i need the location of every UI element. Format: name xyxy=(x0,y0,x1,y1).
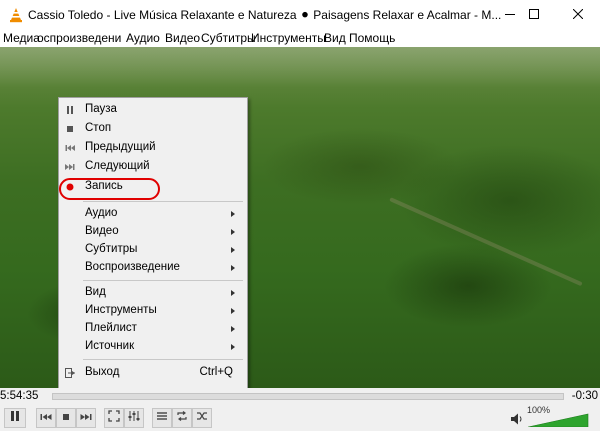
menu-item-label: Аудио xyxy=(85,207,118,219)
elapsed-time: 5:54:35 xyxy=(0,390,39,402)
video-path-detail xyxy=(389,197,583,287)
fullscreen-button[interactable] xyxy=(104,408,124,428)
fullscreen-icon xyxy=(108,409,120,427)
menu-item-source[interactable]: Источник xyxy=(59,338,247,357)
pause-icon xyxy=(65,105,75,115)
close-button[interactable] xyxy=(556,0,600,30)
next-icon xyxy=(65,162,75,172)
menu-item-label: Вид xyxy=(85,286,106,298)
menu-item-playback[interactable]: Воспроизведение xyxy=(59,259,247,278)
menu-playback[interactable]: оспроизведени xyxy=(37,31,121,45)
menu-item-label: Источник xyxy=(85,340,135,352)
menu-bar: Медиа оспроизведени Аудио Видео Субтитры… xyxy=(0,30,600,47)
menu-item-label: Выход xyxy=(85,366,120,378)
menu-help[interactable]: Помощь xyxy=(349,31,395,45)
play-pause-button[interactable] xyxy=(4,408,26,428)
stop-button[interactable] xyxy=(56,408,76,428)
pause-icon xyxy=(10,409,20,427)
menu-item-pause[interactable]: Пауза xyxy=(59,101,247,120)
menu-media[interactable]: Медиа xyxy=(3,31,40,45)
previous-icon xyxy=(40,409,52,427)
menu-item-label: Стоп xyxy=(85,122,112,134)
menu-audio[interactable]: Аудио xyxy=(126,31,160,45)
submenu-arrow-icon xyxy=(231,290,235,296)
menu-item-video[interactable]: Видео xyxy=(59,223,247,242)
menu-item-label: Следующий xyxy=(85,160,150,172)
seek-row: 5:54:35 -0:30 xyxy=(0,388,600,405)
next-icon xyxy=(80,409,92,427)
playlist-button[interactable] xyxy=(152,408,172,428)
menu-separator xyxy=(83,201,243,202)
window-title: Cassio Toledo - Live Música Relaxante e … xyxy=(28,8,502,22)
menu-item-next[interactable]: Следующий xyxy=(59,158,247,177)
maximize-button[interactable] xyxy=(512,0,556,30)
equalizer-icon xyxy=(128,409,140,427)
menu-separator xyxy=(83,280,243,281)
close-icon xyxy=(572,6,584,24)
menu-item-label: Предыдущий xyxy=(85,141,156,153)
menu-item-label: Видео xyxy=(85,225,119,237)
submenu-arrow-icon xyxy=(231,247,235,253)
context-menu: Пауза Стоп Предыдущий Следующий Запись А… xyxy=(58,97,248,389)
record-highlight xyxy=(59,178,160,200)
remaining-time[interactable]: -0:30 xyxy=(572,390,598,402)
menu-item-previous[interactable]: Предыдущий xyxy=(59,139,247,158)
maximize-icon xyxy=(529,6,539,24)
menu-item-exit[interactable]: Выход Ctrl+Q xyxy=(59,364,247,383)
menu-item-tools[interactable]: Инструменты xyxy=(59,302,247,321)
extended-settings-button[interactable] xyxy=(124,408,144,428)
submenu-arrow-icon xyxy=(231,308,235,314)
speaker-icon[interactable] xyxy=(510,412,524,431)
menu-subtitles[interactable]: Субтитры xyxy=(201,31,256,45)
exit-icon xyxy=(65,368,75,378)
submenu-arrow-icon xyxy=(231,344,235,350)
menu-tools[interactable]: Инструменты xyxy=(251,31,326,45)
previous-button[interactable] xyxy=(36,408,56,428)
stop-icon xyxy=(65,124,75,134)
menu-item-label: Воспроизведение xyxy=(85,261,180,273)
loop-button[interactable] xyxy=(172,408,192,428)
submenu-arrow-icon xyxy=(231,265,235,271)
shuffle-button[interactable] xyxy=(192,408,212,428)
menu-video[interactable]: Видео xyxy=(165,31,200,45)
submenu-arrow-icon xyxy=(231,229,235,235)
menu-view[interactable]: Вид xyxy=(324,31,346,45)
menu-item-stop[interactable]: Стоп xyxy=(59,120,247,139)
submenu-arrow-icon xyxy=(231,326,235,332)
playlist-icon xyxy=(156,409,168,427)
loop-icon xyxy=(176,409,188,427)
shuffle-icon xyxy=(196,409,208,427)
vlc-cone-icon xyxy=(9,7,23,28)
video-horizon xyxy=(0,47,600,87)
menu-item-label: Пауза xyxy=(85,103,117,115)
controls-bar: 100% xyxy=(0,405,600,431)
previous-icon xyxy=(65,143,75,153)
menu-item-shortcut: Ctrl+Q xyxy=(199,366,233,378)
stop-icon xyxy=(61,409,71,427)
menu-item-view[interactable]: Вид xyxy=(59,284,247,303)
menu-item-label: Субтитры xyxy=(85,243,138,255)
menu-item-label: Инструменты xyxy=(85,304,157,316)
next-button[interactable] xyxy=(76,408,96,428)
menu-item-subtitles[interactable]: Субтитры xyxy=(59,241,247,260)
menu-item-audio[interactable]: Аудио xyxy=(59,205,247,224)
title-bar: Cassio Toledo - Live Música Relaxante e … xyxy=(0,0,600,30)
submenu-arrow-icon xyxy=(231,211,235,217)
menu-separator xyxy=(83,359,243,360)
menu-item-label: Плейлист xyxy=(85,322,137,334)
volume-slider[interactable] xyxy=(527,413,590,428)
menu-item-playlist[interactable]: Плейлист xyxy=(59,320,247,339)
seek-slider[interactable] xyxy=(52,393,564,400)
